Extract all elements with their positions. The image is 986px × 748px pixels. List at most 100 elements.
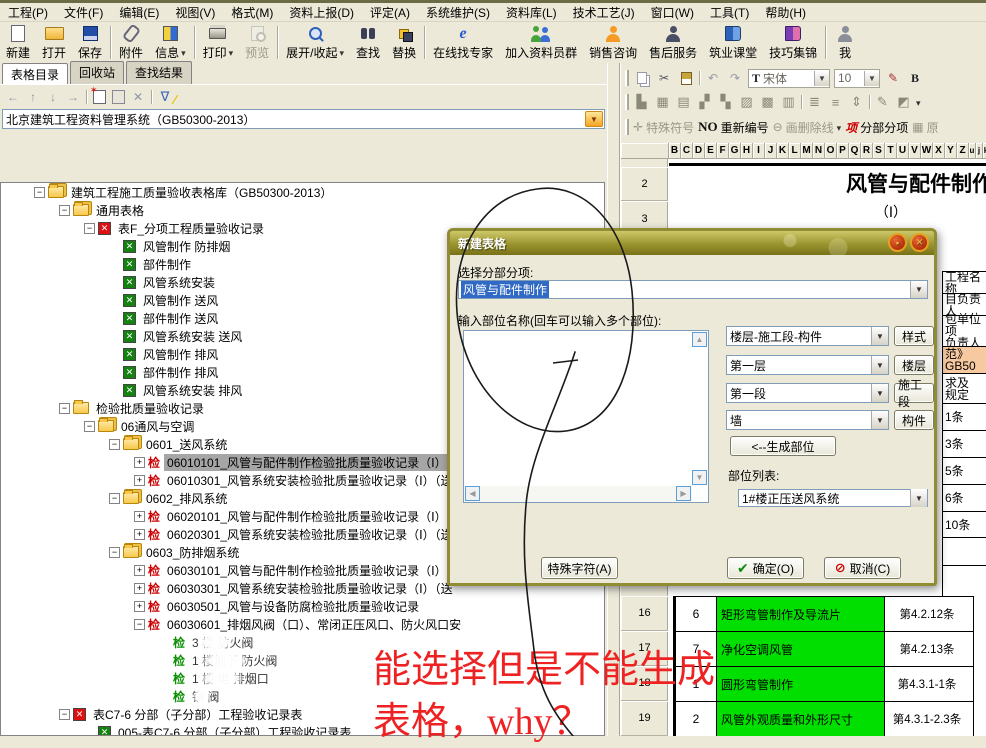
column-header[interactable]: D <box>693 143 705 159</box>
insert-row-icon[interactable]: ▚ <box>717 94 734 110</box>
toolbar-tips-button[interactable]: 技巧集锦 <box>763 22 823 63</box>
menu-item-file[interactable]: 文件(F) <box>56 2 111 23</box>
command-xiang-button[interactable]: 项分部分项 <box>845 119 908 136</box>
table-cell-fragment[interactable] <box>942 537 986 565</box>
table-cell-fragment[interactable]: 5条 <box>942 457 986 484</box>
column-header[interactable]: R <box>861 143 873 159</box>
table-cell-fragment[interactable]: 3条 <box>942 430 986 457</box>
menu-item-window[interactable]: 窗口(W) <box>643 2 702 23</box>
toolbar-info-button[interactable]: 信息 <box>149 22 192 63</box>
table-cell-fragment[interactable]: 包单位项 负责人 <box>942 315 986 346</box>
spec-reference-cell[interactable]: 第4.3.1-2.3条 <box>885 702 969 736</box>
chevron-down-icon[interactable]: ▼ <box>871 356 888 374</box>
command-strike-button[interactable]: ⊖画删除线 <box>773 119 842 136</box>
toolbar-handle[interactable] <box>625 119 629 135</box>
table-cell-fragment[interactable]: 范》GB50 <box>942 346 986 373</box>
position-list-input[interactable]: ▲ ▼ ◀ ▶ <box>463 330 709 503</box>
toolbar-attach-button[interactable]: 附件 <box>113 22 149 63</box>
column-header[interactable]: I <box>753 143 765 159</box>
tree-item[interactable]: −通用表格 <box>1 201 604 219</box>
toolbar-group-button[interactable]: 加入资料员群 <box>499 22 583 63</box>
position-combobox[interactable]: 第一段▼ <box>726 383 889 403</box>
toolbar-replace-button[interactable]: 替换 <box>386 22 422 63</box>
table-title[interactable]: 风管与配件制作 <box>846 168 986 198</box>
column-header[interactable]: K <box>777 143 789 159</box>
collapse-icon[interactable]: − <box>109 547 120 558</box>
position-combobox[interactable]: 楼层-施工段-构件▼ <box>726 326 889 346</box>
borders-icon[interactable]: ▩ <box>759 94 776 110</box>
scroll-down-icon[interactable]: ▼ <box>692 470 707 485</box>
expand-icon[interactable]: + <box>134 511 145 522</box>
menu-item-data-library[interactable]: 资料库(L) <box>498 2 565 23</box>
diagonal-header-icon[interactable]: ◩ <box>895 94 912 110</box>
column-header[interactable]: X <box>933 143 945 159</box>
horizontal-scrollbar[interactable] <box>464 486 692 502</box>
table-cell-fragment[interactable]: 10条 <box>942 511 986 537</box>
expand-icon[interactable]: + <box>134 601 145 612</box>
toolbar-new-button[interactable]: 新建 <box>0 22 36 63</box>
ok-button[interactable]: ✔ 确定(O) <box>727 557 804 579</box>
column-header[interactable]: O <box>825 143 837 159</box>
spec-reference-cell[interactable]: 第4.2.12条 <box>885 597 969 631</box>
copy-node-icon[interactable] <box>112 90 125 104</box>
font-family-select[interactable]: T宋体▼ <box>748 69 830 88</box>
collapse-icon[interactable]: − <box>59 403 70 414</box>
position-part-button[interactable]: 施工段 <box>894 383 934 403</box>
column-header[interactable]: H <box>741 143 753 159</box>
expand-icon[interactable]: + <box>134 457 145 468</box>
expand-icon[interactable]: + <box>134 565 145 576</box>
column-header[interactable]: B <box>669 143 681 159</box>
cut-icon[interactable] <box>655 70 673 86</box>
subitem-combobox[interactable]: 风管与配件制作 ▼ <box>458 280 928 299</box>
menu-item-view[interactable]: 视图(V) <box>167 2 223 23</box>
menu-item-format[interactable]: 格式(M) <box>223 2 281 23</box>
column-header[interactable]: L <box>789 143 801 159</box>
tab-recycle[interactable]: 回收站 <box>70 61 124 84</box>
column-header[interactable]: G <box>729 143 741 159</box>
tab-catalog[interactable]: 表格目录 <box>2 63 68 84</box>
column-header[interactable]: j <box>976 143 983 159</box>
toolbar-sales-button[interactable]: 销售咨询 <box>583 22 643 63</box>
collapse-icon[interactable]: − <box>84 421 95 432</box>
select-all-corner[interactable] <box>621 143 669 159</box>
position-combobox[interactable]: 墙▼ <box>726 410 889 430</box>
tab-search-result[interactable]: 查找结果 <box>126 61 192 84</box>
scroll-right-icon[interactable]: ▶ <box>676 486 691 501</box>
item-name-cell[interactable]: 净化空调风管 <box>717 632 885 666</box>
dialog-close-icon[interactable] <box>910 233 929 252</box>
table-cell-fragment[interactable]: 工程名称 <box>942 271 986 293</box>
toolbar-handle[interactable] <box>625 94 629 110</box>
command-no-button[interactable]: NO重新编号 <box>698 119 769 136</box>
expand-icon[interactable]: + <box>134 475 145 486</box>
position-part-button[interactable]: 样式 <box>894 326 934 346</box>
toolbar-open-button[interactable]: 打开 <box>36 22 72 63</box>
insert-cells-icon[interactable]: ▙ <box>633 94 650 110</box>
item-name-cell[interactable]: 风管外观质量和外形尺寸 <box>717 702 885 736</box>
line-spacing-dec-icon[interactable]: ⇕ <box>848 94 865 110</box>
forward-icon[interactable]: → <box>66 90 80 104</box>
copy-icon[interactable] <box>633 70 651 86</box>
row-number-cell[interactable]: 6 <box>676 597 717 631</box>
row-header[interactable]: 2 <box>621 167 668 201</box>
column-header[interactable]: U <box>897 143 909 159</box>
column-header[interactable]: M <box>801 143 813 159</box>
toolbar-expert-button[interactable]: 在线找专家 <box>427 22 499 63</box>
chevron-down-icon[interactable]: ▼ <box>871 411 888 429</box>
collapse-icon[interactable]: − <box>34 187 45 198</box>
spec-reference-cell[interactable]: 第4.2.13条 <box>885 632 969 666</box>
toolbar-handle[interactable] <box>625 70 629 86</box>
catalog-dropdown-icon[interactable]: ▼ <box>585 111 603 127</box>
menu-item-project[interactable]: 工程(P) <box>0 2 56 23</box>
column-header[interactable]: N <box>813 143 825 159</box>
chevron-down-icon[interactable]: ▼ <box>910 489 927 507</box>
column-header[interactable]: F <box>717 143 729 159</box>
collapse-icon[interactable]: − <box>84 223 95 234</box>
tree-item[interactable]: −检06030601_排烟风阀（口）、常闭正压风口、防火风口安 <box>1 615 604 633</box>
tree-item[interactable]: +检06030501_风管与设备防腐检验批质量验收记录 <box>1 597 604 615</box>
table-cell-fragment[interactable]: 6条 <box>942 484 986 511</box>
scroll-up-icon[interactable]: ▲ <box>692 332 707 347</box>
split-cell-icon[interactable]: ▞ <box>696 94 713 110</box>
position-part-button[interactable]: 构件 <box>894 410 934 430</box>
table-subtitle[interactable]: （Ⅰ） <box>821 202 961 222</box>
command-plus-button[interactable]: ✛特殊符号 <box>633 119 694 136</box>
